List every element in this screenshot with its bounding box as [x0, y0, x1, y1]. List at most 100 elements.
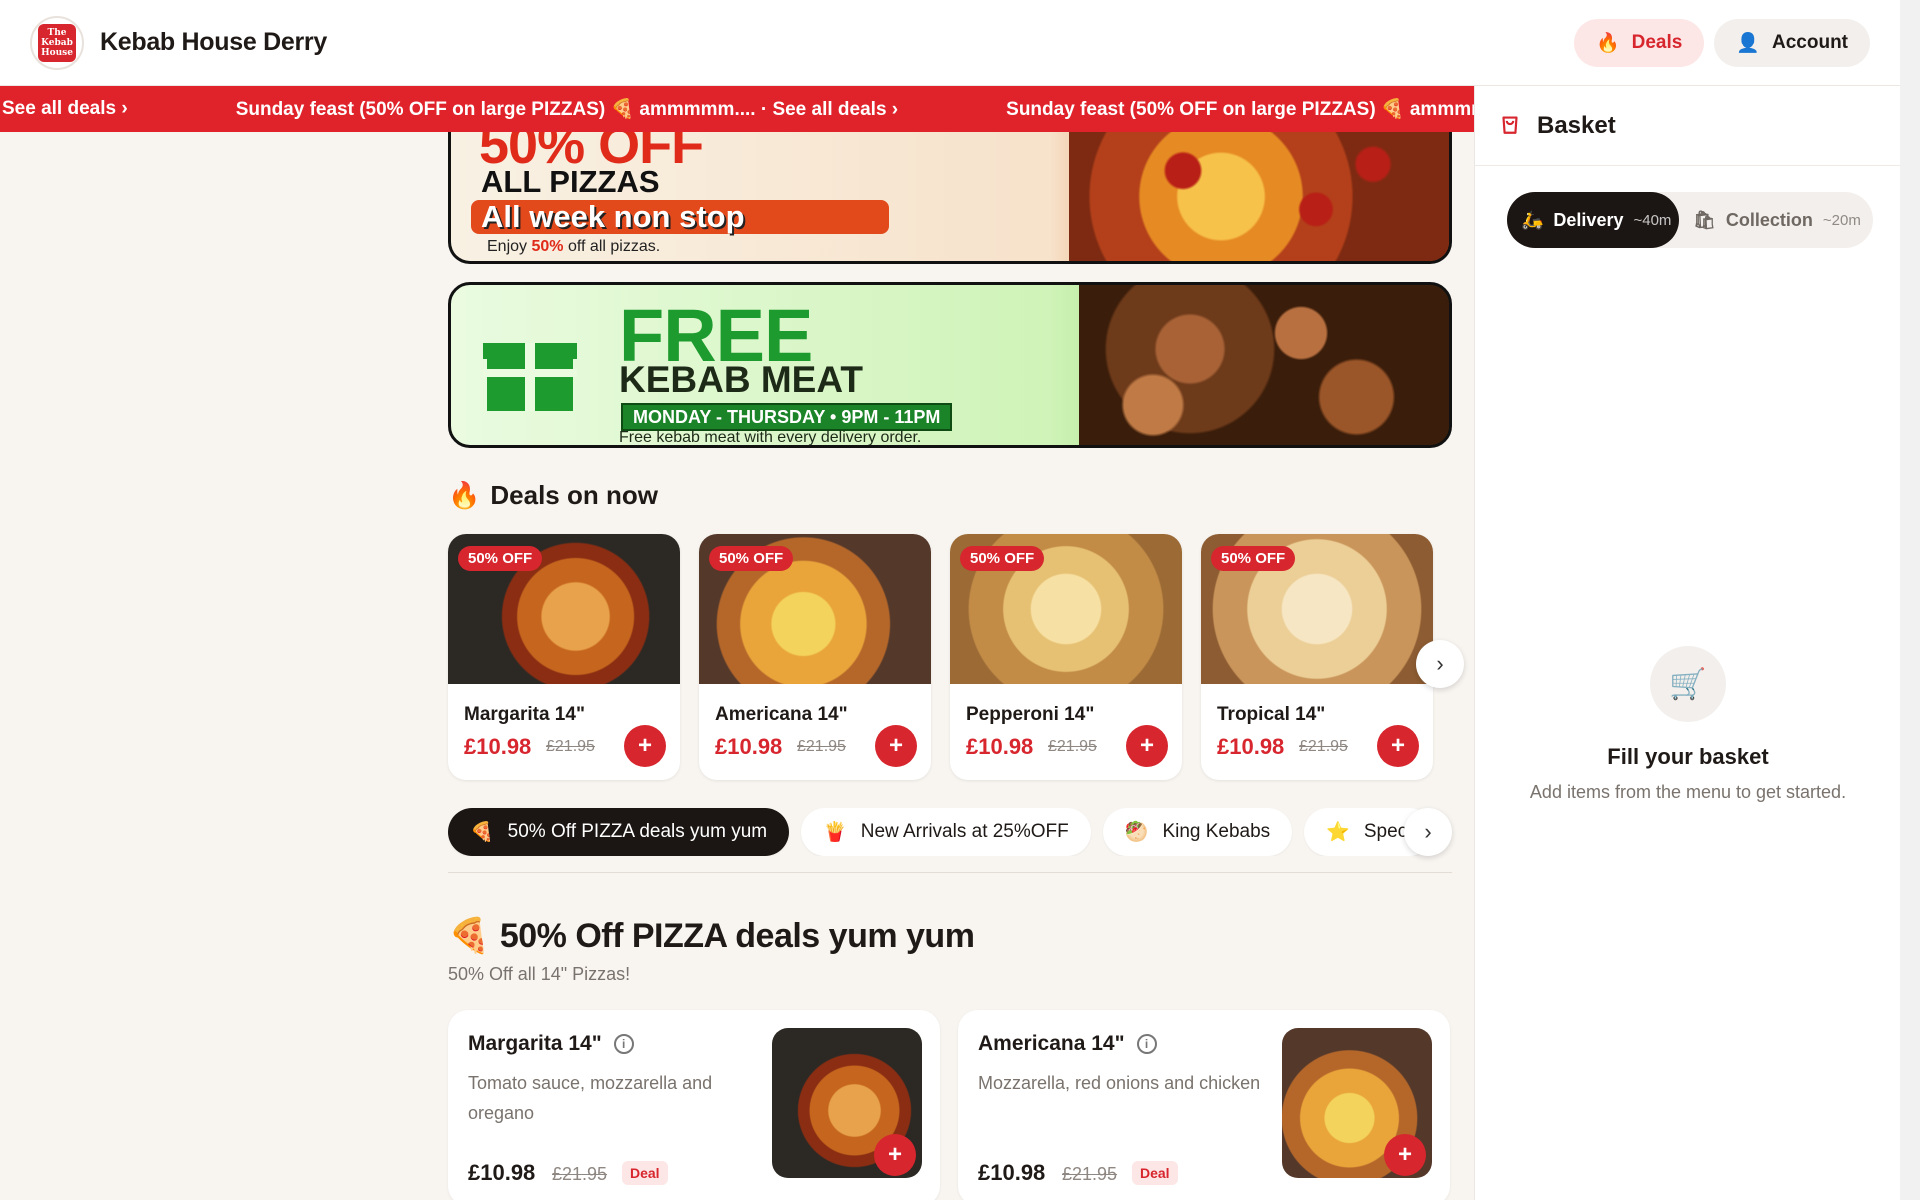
banner-small-pct: 50%	[531, 238, 564, 255]
menu-title-text: 50% Off PIZZA deals yum yum	[499, 916, 975, 955]
user-icon: 👤	[1736, 32, 1760, 54]
delivery-option[interactable]: 🛵 Delivery ~40m	[1507, 192, 1679, 248]
shopping-bags-icon: 🛍	[1693, 209, 1716, 230]
banner-small-suffix: off all pizzas.	[567, 238, 661, 255]
deals-scroll-right-button[interactable]: ›	[1416, 640, 1464, 688]
scooter-icon: 🛵	[1521, 209, 1544, 230]
category-scroll-right-button[interactable]: ›	[1404, 808, 1452, 856]
basket-panel: Basket 🛵 Delivery ~40m 🛍 Collection ~20m…	[1474, 86, 1900, 1200]
logo-mark: The Kebab House	[38, 23, 76, 62]
site-header: The Kebab House Kebab House Derry 🔥 Deal…	[0, 0, 1900, 86]
item-name: Americana 14"	[978, 1032, 1125, 1055]
item-price: £10.98	[468, 1160, 536, 1185]
add-to-basket-button[interactable]: +	[1384, 1134, 1426, 1176]
info-icon[interactable]: i	[1136, 1034, 1157, 1054]
deal-tag: Deal	[1132, 1161, 1178, 1185]
collection-option[interactable]: 🛍 Collection ~20m	[1679, 192, 1875, 248]
deal-card[interactable]: 50% OFF Pepperoni 14" £10.98 £21.95 +	[950, 534, 1182, 780]
empty-basket-subtitle: Add items from the menu to get started.	[1529, 782, 1847, 802]
deal-old-price: £21.95	[797, 738, 846, 755]
empty-basket-state: 🛒 Fill your basket Add items from the me…	[1475, 646, 1901, 803]
banner-subhead: KEBAB MEAT	[619, 359, 863, 400]
deals-label: Deals	[1631, 31, 1683, 53]
shopping-bag-icon	[1497, 110, 1523, 141]
plus-icon: +	[1390, 732, 1405, 759]
deal-name: Pepperoni 14"	[966, 704, 1095, 725]
order-mode-toggle: 🛵 Delivery ~40m 🛍 Collection ~20m	[1507, 192, 1873, 248]
kebab-icon: 🥙	[1124, 822, 1149, 843]
deal-card[interactable]: 50% OFF Margarita 14" £10.98 £21.95 +	[448, 534, 680, 780]
item-name-row: Margarita 14" i	[468, 1032, 634, 1056]
brand-logo[interactable]: The Kebab House	[30, 15, 84, 70]
pizza-promo-banner[interactable]: 50% OFF ALL PIZZAS All week non stop Enj…	[448, 132, 1452, 264]
logo-text-3: House	[41, 47, 73, 58]
logo-text-2: Kebab	[41, 37, 73, 48]
deals-ticker[interactable]: See all deals › Sunday feast (50% OFF on…	[0, 86, 1474, 132]
category-tab-new-arrivals[interactable]: 🍟 New Arrivals at 25%OFF	[801, 808, 1091, 856]
brand-name[interactable]: Kebab House Derry	[100, 28, 327, 57]
account-label: Account	[1772, 31, 1848, 53]
banner-days: MONDAY - THURSDAY • 9PM - 11PM	[621, 403, 953, 431]
pizza-image	[1069, 132, 1449, 261]
plus-icon: +	[888, 732, 903, 759]
item-name: Margarita 14"	[468, 1032, 602, 1055]
chevron-right-icon: ›	[1436, 651, 1444, 676]
category-tab-pizza-deals[interactable]: 🍕 50% Off PIZZA deals yum yum	[448, 808, 790, 856]
star-icon: ⭐	[1326, 822, 1350, 843]
cart-icon: 🛒	[1650, 646, 1726, 722]
section-divider	[448, 872, 1452, 873]
add-to-basket-button[interactable]: +	[875, 725, 917, 767]
banner-small-text: Enjoy 50% off all pizzas.	[487, 238, 660, 256]
page-scrollbar[interactable]	[1900, 0, 1920, 1200]
deal-price: £10.98	[715, 734, 783, 759]
plus-icon: +	[1397, 1141, 1412, 1168]
add-to-basket-button[interactable]: +	[624, 725, 666, 767]
add-to-basket-button[interactable]: +	[1377, 725, 1419, 767]
collection-label: Collection	[1725, 209, 1813, 230]
kebab-promo-banner[interactable]: FREE KEBAB MEAT MONDAY - THURSDAY • 9PM …	[448, 282, 1452, 448]
deals-button[interactable]: 🔥 Deals	[1573, 18, 1705, 67]
plus-icon: +	[1139, 732, 1154, 759]
logo-text-1: The	[47, 27, 67, 38]
pizza-icon: 🍕	[470, 822, 494, 843]
kebab-meat-image	[1079, 285, 1449, 445]
category-tabs: 🍕 50% Off PIZZA deals yum yum 🍟 New Arri…	[448, 808, 1452, 856]
item-price: £10.98	[978, 1160, 1046, 1185]
ticker-item[interactable]: See all deals ›	[2, 98, 128, 120]
deal-name: Tropical 14"	[1217, 704, 1326, 725]
banner-line: ALL PIZZAS	[481, 164, 660, 199]
banner-small-prefix: Enjoy	[487, 238, 528, 255]
deal-card[interactable]: 50% OFF Tropical 14" £10.98 £21.95 +	[1201, 534, 1433, 780]
deal-price: £10.98	[464, 734, 532, 759]
info-icon[interactable]: i	[613, 1034, 634, 1054]
basket-header: Basket	[1475, 86, 1900, 166]
category-label: 50% Off PIZZA deals yum yum	[507, 821, 768, 842]
ticker-item[interactable]: Sunday feast (50% OFF on large PIZZAS) 🍕…	[236, 97, 898, 121]
add-to-basket-button[interactable]: +	[874, 1134, 916, 1176]
item-old-price: £21.95	[552, 1164, 608, 1184]
category-tab-king-kebabs[interactable]: 🥙 King Kebabs	[1102, 808, 1293, 856]
basket-title: Basket	[1537, 111, 1616, 139]
ticker-item[interactable]: Sunday feast (50% OFF on large PIZZAS) 🍕…	[1006, 97, 1474, 121]
deals-title-text: Deals on now	[490, 480, 658, 510]
delivery-label: Delivery	[1553, 209, 1624, 230]
menu-item-card[interactable]: Americana 14" i Mozzarella, red onions a…	[958, 1010, 1450, 1200]
fire-icon: 🔥	[1595, 32, 1620, 54]
add-to-basket-button[interactable]: +	[1126, 725, 1168, 767]
deal-card[interactable]: 50% OFF Americana 14" £10.98 £21.95 +	[699, 534, 931, 780]
pizza-image: 50% OFF	[448, 534, 680, 684]
discount-badge: 50% OFF	[1211, 546, 1296, 571]
deals-section-title: 🔥 Deals on now	[448, 480, 658, 511]
pizza-icon: 🍕	[448, 917, 490, 955]
item-description: Tomato sauce, mozzarella and oregano	[468, 1073, 713, 1123]
deal-tag: Deal	[622, 1161, 668, 1185]
deal-old-price: £21.95	[1048, 738, 1097, 755]
discount-badge: 50% OFF	[709, 546, 794, 571]
item-old-price: £21.95	[1062, 1164, 1118, 1184]
menu-item-card[interactable]: Margarita 14" i Tomato sauce, mozzarella…	[448, 1010, 940, 1200]
chevron-right-icon: ›	[1424, 819, 1432, 844]
deal-name: Americana 14"	[715, 704, 848, 725]
account-button[interactable]: 👤 Account	[1714, 18, 1870, 67]
collection-time: ~20m	[1822, 211, 1861, 229]
gift-icon	[483, 325, 577, 411]
